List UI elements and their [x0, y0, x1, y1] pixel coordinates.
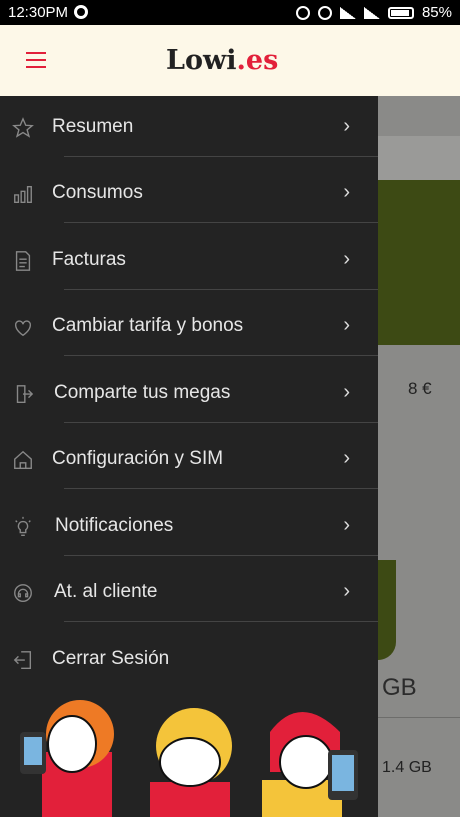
menu-item-cambiar-tarifa[interactable]: Cambiar tarifa y bonos › — [0, 295, 378, 361]
document-icon — [15, 251, 31, 271]
menu-item-label: Consumos — [52, 182, 143, 203]
divider — [64, 156, 378, 157]
menu-item-resumen[interactable]: Resumen › — [0, 96, 378, 162]
dimmed-banner — [378, 180, 460, 345]
wifi-icon — [339, 6, 356, 19]
headset-icon — [14, 584, 32, 602]
menu-icon[interactable] — [26, 52, 46, 68]
mute-icon — [295, 5, 310, 20]
menu-item-label: Resumen — [52, 116, 134, 137]
chevron-right-icon: › — [343, 381, 350, 403]
home-icon — [14, 450, 32, 469]
status-time: 12:30PM — [8, 4, 69, 21]
characters-illustration — [20, 700, 358, 817]
menu-item-cerrar-sesion[interactable]: Cerrar Sesión — [0, 628, 378, 694]
chevron-right-icon: › — [343, 580, 350, 602]
star-icon — [12, 117, 34, 138]
logo-main: Lowi — [166, 45, 237, 76]
logout-icon — [13, 651, 32, 669]
battery-icon — [387, 6, 414, 19]
menu-item-comparte-megas[interactable]: Comparte tus megas › — [0, 362, 378, 428]
divider — [64, 222, 378, 223]
menu-item-facturas[interactable]: Facturas › — [0, 229, 378, 295]
menu-item-consumos[interactable]: Consumos › — [0, 162, 378, 228]
heart-icon — [14, 320, 32, 337]
dimmed-gb-large: GB — [382, 674, 417, 701]
lowi-logo: Lowi.es — [166, 45, 278, 76]
divider — [64, 289, 378, 290]
dimmed-card — [378, 136, 460, 180]
bar-chart-icon — [14, 185, 32, 203]
menu-item-label: Notificaciones — [55, 515, 174, 536]
alarm-icon — [317, 5, 332, 20]
chevron-right-icon: › — [343, 514, 350, 536]
status-bar: 12:30PM 85% — [0, 0, 460, 25]
menu-item-label: Cambiar tarifa y bonos — [52, 315, 244, 336]
divider — [64, 555, 378, 556]
divider — [64, 621, 378, 622]
menu-item-atencion-cliente[interactable]: At. al cliente › — [0, 561, 378, 627]
divider — [64, 422, 378, 423]
menu-item-label: Cerrar Sesión — [52, 648, 170, 669]
lightbulb-icon — [15, 516, 31, 536]
chevron-right-icon: › — [343, 181, 350, 203]
dimmed-price: 8 € — [408, 379, 432, 398]
chevron-right-icon: › — [343, 314, 350, 336]
menu-item-notificaciones[interactable]: Notificaciones › — [0, 495, 378, 561]
whatsapp-icon — [74, 5, 88, 19]
dimmed-divider — [378, 717, 460, 718]
dimmed-gb-small: 1.4 GB — [382, 759, 432, 776]
chevron-right-icon: › — [343, 115, 350, 137]
logo-accent: .es — [236, 45, 279, 76]
chevron-right-icon: › — [343, 248, 350, 270]
divider — [64, 355, 378, 356]
menu-item-label: Facturas — [52, 249, 126, 270]
chevron-right-icon: › — [343, 447, 350, 469]
menu-item-label: Comparte tus megas — [54, 382, 231, 403]
battery-percent: 85% — [421, 4, 452, 21]
app-bar: Lowi.es — [0, 25, 460, 97]
menu-item-configuracion-sim[interactable]: Configuración y SIM › — [0, 428, 378, 494]
menu-item-label: Configuración y SIM — [52, 448, 224, 469]
divider — [64, 488, 378, 489]
menu-item-label: At. al cliente — [54, 581, 158, 602]
navigation-drawer: Resumen › Consumos › Facturas › Cambiar … — [0, 96, 378, 817]
share-icon — [16, 385, 34, 403]
signal-icon — [363, 6, 380, 19]
